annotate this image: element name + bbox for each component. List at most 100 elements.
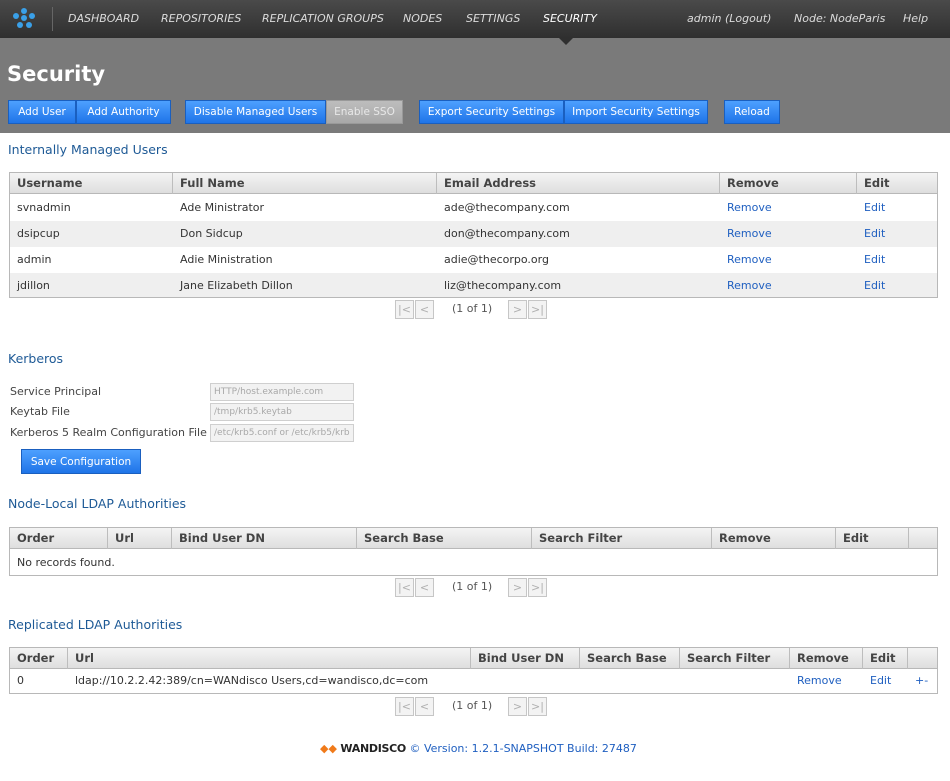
cell-email: liz@thecompany.com [444, 279, 562, 292]
column-header-extra [909, 528, 937, 549]
column-header-username[interactable]: Username [10, 173, 173, 194]
wandisco-logo-icon[interactable] [11, 7, 37, 31]
column-header-url[interactable]: Url [68, 648, 471, 669]
previous-page-icon[interactable]: < [415, 578, 434, 597]
cell-email: don@thecompany.com [444, 227, 570, 240]
save-configuration-button[interactable]: Save Configuration [21, 449, 141, 474]
nav-security[interactable]: SECURITY [543, 12, 597, 25]
nav-divider [52, 7, 53, 31]
column-header-email[interactable]: Email Address [437, 173, 720, 194]
add-authority-button[interactable]: Add Authority [76, 100, 171, 124]
column-header-edit: Edit [863, 648, 908, 669]
column-header-order[interactable]: Order [10, 648, 68, 669]
nav-dashboard[interactable]: DASHBOARD [68, 12, 139, 25]
next-page-icon[interactable]: > [508, 578, 527, 597]
replicated-ldap-section-title: Replicated LDAP Authorities [8, 617, 183, 632]
edit-link[interactable]: Edit [857, 195, 885, 221]
import-security-settings-button[interactable]: Import Security Settings [564, 100, 708, 124]
next-page-icon[interactable]: > [508, 697, 527, 716]
reorder-link[interactable]: +- [908, 669, 928, 693]
column-header-full-name[interactable]: Full Name [173, 173, 437, 194]
nav-settings[interactable]: SETTINGS [466, 12, 520, 25]
edit-link[interactable]: Edit [857, 273, 885, 299]
page-title: Security [7, 62, 106, 86]
page-indicator: (1 of 1) [452, 302, 493, 315]
reload-button[interactable]: Reload [724, 100, 780, 124]
footer-version: Version: 1.2.1-SNAPSHOT Build: 27487 [423, 742, 637, 755]
realm-config-input[interactable] [210, 424, 354, 442]
first-page-icon[interactable]: |< [395, 300, 414, 319]
no-records-message: No records found. [17, 556, 115, 569]
cell-full-name: Adie Ministration [180, 253, 273, 266]
keytab-file-input[interactable] [210, 403, 354, 421]
previous-page-icon[interactable]: < [415, 300, 434, 319]
users-table-header: Username Full Name Email Address Remove … [10, 173, 937, 194]
column-header-edit: Edit [836, 528, 909, 549]
table-row: dsipcup Don Sidcup don@thecompany.com Re… [10, 221, 937, 247]
users-section-title: Internally Managed Users [8, 142, 168, 157]
disable-managed-users-button[interactable]: Disable Managed Users [185, 100, 326, 124]
replicated-ldap-table: Order Url Bind User DN Search Base Searc… [9, 647, 938, 694]
remove-link[interactable]: Remove [720, 195, 772, 221]
column-header-order[interactable]: Order [10, 528, 108, 549]
column-header-remove: Remove [790, 648, 863, 669]
cell-full-name: Jane Elizabeth Dillon [180, 279, 293, 292]
remove-link[interactable]: Remove [720, 247, 772, 273]
service-principal-label: Service Principal [10, 385, 102, 398]
column-header-search-base[interactable]: Search Base [357, 528, 532, 549]
first-page-icon[interactable]: |< [395, 578, 414, 597]
local-ldap-table: Order Url Bind User DN Search Base Searc… [9, 527, 938, 576]
next-page-icon[interactable]: > [508, 300, 527, 319]
add-user-button[interactable]: Add User [8, 100, 76, 124]
replicated-ldap-table-header: Order Url Bind User DN Search Base Searc… [10, 648, 937, 669]
nav-user-logout[interactable]: admin (Logout) [687, 12, 771, 25]
cell-email: ade@thecompany.com [444, 201, 570, 214]
column-header-bind-user-dn[interactable]: Bind User DN [172, 528, 357, 549]
last-page-icon[interactable]: >| [528, 300, 547, 319]
footer: ◆◆ WANDISCO © Version: 1.2.1-SNAPSHOT Bu… [320, 742, 637, 755]
remove-link[interactable]: Remove [790, 669, 842, 693]
last-page-icon[interactable]: >| [528, 578, 547, 597]
wandisco-mark-icon: ◆◆ [320, 742, 337, 755]
edit-link[interactable]: Edit [857, 247, 885, 273]
kerberos-section-title: Kerberos [8, 351, 64, 366]
top-nav: DASHBOARD REPOSITORIES REPLICATION GROUP… [0, 0, 950, 38]
first-page-icon[interactable]: |< [395, 697, 414, 716]
previous-page-icon[interactable]: < [415, 697, 434, 716]
page-indicator: (1 of 1) [452, 699, 493, 712]
edit-link[interactable]: Edit [863, 669, 891, 693]
last-page-icon[interactable]: >| [528, 697, 547, 716]
cell-username: dsipcup [17, 227, 60, 240]
local-ldap-pager: |< < (1 of 1) > >| [395, 578, 555, 597]
users-table: Username Full Name Email Address Remove … [9, 172, 938, 298]
nav-help[interactable]: Help [903, 12, 928, 25]
replicated-ldap-pager: |< < (1 of 1) > >| [395, 697, 555, 716]
cell-email: adie@thecorpo.org [444, 253, 549, 266]
column-header-remove: Remove [720, 173, 857, 194]
nav-repositories[interactable]: REPOSITORIES [161, 12, 241, 25]
enable-sso-button: Enable SSO [326, 100, 403, 124]
footer-brand: WANDISCO [340, 742, 406, 755]
empty-row: No records found. [10, 550, 937, 576]
page-indicator: (1 of 1) [452, 580, 493, 593]
column-header-url[interactable]: Url [108, 528, 172, 549]
edit-link[interactable]: Edit [857, 221, 885, 247]
column-header-bind-user-dn[interactable]: Bind User DN [471, 648, 580, 669]
column-header-search-filter[interactable]: Search Filter [532, 528, 712, 549]
keytab-file-label: Keytab File [10, 405, 70, 418]
cell-order: 0 [17, 674, 24, 687]
column-header-search-filter[interactable]: Search Filter [680, 648, 790, 669]
cell-full-name: Ade Ministrator [180, 201, 265, 214]
remove-link[interactable]: Remove [720, 221, 772, 247]
nav-nodes[interactable]: NODES [403, 12, 442, 25]
column-header-search-base[interactable]: Search Base [580, 648, 680, 669]
users-pager: |< < (1 of 1) > >| [395, 300, 555, 319]
table-row: jdillon Jane Elizabeth Dillon liz@thecom… [10, 273, 937, 297]
export-security-settings-button[interactable]: Export Security Settings [419, 100, 564, 124]
service-principal-input[interactable] [210, 383, 354, 401]
nav-replication-groups[interactable]: REPLICATION GROUPS [262, 12, 384, 25]
cell-url: ldap://10.2.2.42:389/cn=WANdisco Users,c… [75, 674, 429, 687]
table-row: 0 ldap://10.2.2.42:389/cn=WANdisco Users… [10, 669, 937, 693]
active-nav-pointer [559, 38, 573, 45]
remove-link[interactable]: Remove [720, 273, 772, 299]
